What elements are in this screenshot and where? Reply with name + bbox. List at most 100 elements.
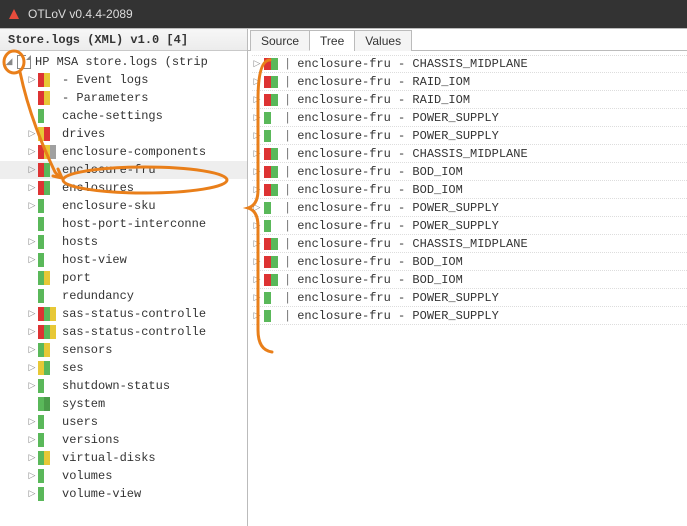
list-item[interactable]: ▷|enclosure-fru - POWER_SUPPLY [252, 109, 687, 127]
tree-item[interactable]: ▷hosts [0, 233, 247, 251]
expand-icon[interactable]: ▷ [252, 311, 262, 321]
tree-item[interactable]: ▷drives [0, 125, 247, 143]
list-item[interactable]: ▷|enclosure-fru - RAID_IOM [252, 91, 687, 109]
tree-item[interactable]: ▷sas-status-controlle [0, 305, 247, 323]
expand-icon[interactable]: ▷ [252, 239, 262, 249]
expand-icon[interactable]: ▷ [26, 362, 38, 374]
tree-item[interactable]: host-port-interconne [0, 215, 247, 233]
list-item-label: enclosure-fru - BOD_IOM [297, 183, 463, 197]
tree-item[interactable]: ▷users [0, 413, 247, 431]
tree-item[interactable]: ▷enclosures [0, 179, 247, 197]
expand-icon[interactable]: ▷ [26, 470, 38, 482]
status-bars-icon [38, 271, 56, 285]
list-item[interactable]: ▷|enclosure-fru - CHASSIS_MIDPLANE [252, 145, 687, 163]
status-bars-icon [38, 199, 56, 213]
tree-root-label: HP MSA store.logs (strip [35, 55, 208, 69]
expand-icon[interactable]: ▷ [26, 488, 38, 500]
tree-item[interactable]: - Parameters [0, 89, 247, 107]
right-panel: SourceTreeValues ▷|enclosure-fru - CHASS… [248, 29, 687, 526]
list-item-label: enclosure-fru - POWER_SUPPLY [297, 111, 499, 125]
tab-values[interactable]: Values [354, 30, 412, 51]
expand-icon[interactable]: ▷ [26, 236, 38, 248]
list-item[interactable]: ▷|enclosure-fru - CHASSIS_MIDPLANE [252, 235, 687, 253]
left-tree[interactable]: ◢ HP MSA store.logs (strip ▷- Event logs… [0, 51, 247, 526]
expand-icon[interactable]: ▷ [252, 185, 262, 195]
expand-icon[interactable]: ▷ [252, 275, 262, 285]
tree-item[interactable]: port [0, 269, 247, 287]
expand-icon[interactable]: ▷ [26, 254, 38, 266]
status-bars-icon [264, 310, 278, 322]
expand-icon[interactable]: ▷ [252, 59, 262, 69]
tree-item[interactable]: ▷enclosure-components [0, 143, 247, 161]
tree-item[interactable]: ▷versions [0, 431, 247, 449]
tree-item[interactable]: ▷host-view [0, 251, 247, 269]
expand-icon[interactable]: ▷ [26, 308, 38, 320]
tree-item[interactable]: ▷sas-status-controlle [0, 323, 247, 341]
list-item[interactable]: ▷|enclosure-fru - BOD_IOM [252, 271, 687, 289]
tree-line-icon: | [284, 255, 291, 269]
right-tree[interactable]: ▷|enclosure-fru - CHASSIS_MIDPLANE▷|encl… [248, 51, 687, 526]
tree-item[interactable]: cache-settings [0, 107, 247, 125]
expand-icon[interactable]: ▷ [26, 74, 38, 86]
expand-icon[interactable]: ▷ [252, 221, 262, 231]
list-item-label: enclosure-fru - CHASSIS_MIDPLANE [297, 147, 527, 161]
expand-icon[interactable]: ▷ [252, 293, 262, 303]
list-item[interactable]: ▷|enclosure-fru - BOD_IOM [252, 181, 687, 199]
list-item[interactable]: ▷|enclosure-fru - POWER_SUPPLY [252, 307, 687, 325]
list-item[interactable]: ▷|enclosure-fru - BOD_IOM [252, 163, 687, 181]
expand-icon[interactable]: ▷ [252, 149, 262, 159]
tree-item[interactable]: ▷sensors [0, 341, 247, 359]
expand-icon[interactable]: ▷ [26, 182, 38, 194]
expand-icon[interactable] [26, 218, 38, 230]
expand-icon[interactable]: ▷ [252, 167, 262, 177]
tab-tree[interactable]: Tree [309, 30, 355, 51]
tree-item[interactable]: ▷volumes [0, 467, 247, 485]
expand-icon[interactable]: ▷ [252, 113, 262, 123]
list-item[interactable]: ▷|enclosure-fru - CHASSIS_MIDPLANE [252, 55, 687, 73]
tree-item[interactable]: redundancy [0, 287, 247, 305]
expand-icon[interactable] [26, 398, 38, 410]
expand-icon[interactable]: ▷ [26, 200, 38, 212]
list-item[interactable]: ▷|enclosure-fru - POWER_SUPPLY [252, 289, 687, 307]
expand-icon[interactable]: ▷ [26, 344, 38, 356]
expand-icon[interactable]: ▷ [252, 257, 262, 267]
expand-icon[interactable] [26, 92, 38, 104]
expand-icon[interactable]: ▷ [26, 146, 38, 158]
expand-icon[interactable] [26, 290, 38, 302]
tree-item-label: enclosure-sku [62, 199, 156, 213]
tree-item[interactable]: ▷virtual-disks [0, 449, 247, 467]
list-item[interactable]: ▷|enclosure-fru - RAID_IOM [252, 73, 687, 91]
expand-icon[interactable]: ▷ [26, 452, 38, 464]
tree-item[interactable]: system [0, 395, 247, 413]
list-item[interactable]: ▷|enclosure-fru - BOD_IOM [252, 253, 687, 271]
expand-icon[interactable]: ▷ [252, 203, 262, 213]
tree-item[interactable]: ▷volume-view [0, 485, 247, 503]
status-bars-icon [264, 112, 278, 124]
expand-icon[interactable] [26, 272, 38, 284]
expand-icon[interactable]: ▷ [26, 380, 38, 392]
status-bars-icon [38, 73, 56, 87]
collapse-icon[interactable]: ◢ [3, 56, 15, 68]
list-item[interactable]: ▷|enclosure-fru - POWER_SUPPLY [252, 199, 687, 217]
expand-icon[interactable]: ▷ [26, 164, 38, 176]
tab-source[interactable]: Source [250, 30, 310, 51]
tree-root-row[interactable]: ◢ HP MSA store.logs (strip [0, 53, 247, 71]
expand-icon[interactable]: ▷ [26, 326, 38, 338]
tree-item[interactable]: ▷enclosure-fru [0, 161, 247, 179]
list-item[interactable]: ▷|enclosure-fru - POWER_SUPPLY [252, 217, 687, 235]
tree-item[interactable]: ▷ enclosure-sku [0, 197, 247, 215]
expand-icon[interactable]: ▷ [252, 131, 262, 141]
expand-icon[interactable]: ▷ [26, 434, 38, 446]
status-bars-icon [264, 256, 278, 268]
expand-icon[interactable] [26, 110, 38, 122]
expand-icon[interactable]: ▷ [26, 416, 38, 428]
expand-icon[interactable]: ▷ [252, 77, 262, 87]
list-item-label: enclosure-fru - POWER_SUPPLY [297, 129, 499, 143]
tree-item[interactable]: ▷- Event logs [0, 71, 247, 89]
tree-item[interactable]: ▷shutdown-status [0, 377, 247, 395]
list-item[interactable]: ▷|enclosure-fru - POWER_SUPPLY [252, 127, 687, 145]
tree-item[interactable]: ▷ses [0, 359, 247, 377]
tree-line-icon: | [284, 291, 291, 305]
expand-icon[interactable]: ▷ [252, 95, 262, 105]
expand-icon[interactable]: ▷ [26, 128, 38, 140]
